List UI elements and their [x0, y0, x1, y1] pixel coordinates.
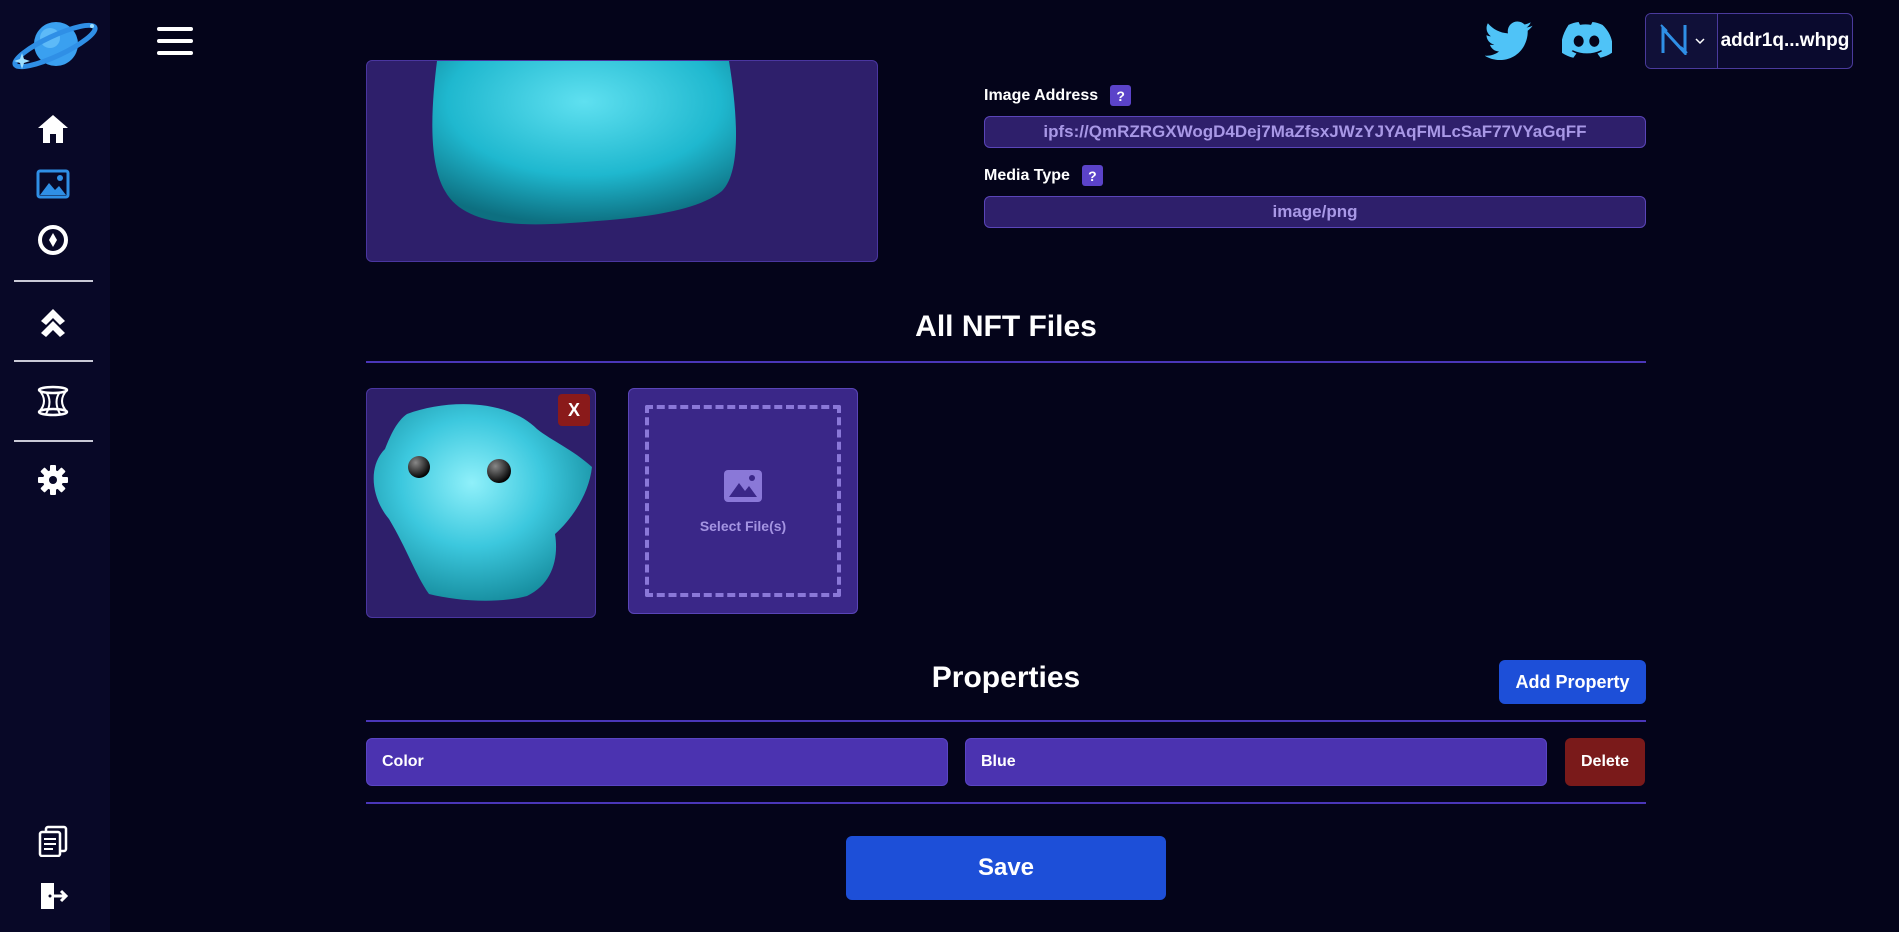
nft-image-preview	[366, 60, 878, 262]
sidebar	[0, 0, 110, 932]
chevrons-up-icon[interactable]	[32, 299, 74, 341]
media-type-label: Media Type ?	[984, 165, 1103, 186]
help-badge[interactable]: ?	[1110, 85, 1132, 106]
wallet-selector[interactable]	[1646, 14, 1718, 68]
image-icon[interactable]	[32, 163, 74, 205]
hamburger-line	[157, 27, 193, 31]
image-placeholder-icon	[723, 469, 763, 508]
dropzone-border: Select File(s)	[645, 405, 841, 597]
hamburger-line	[157, 39, 193, 43]
section-divider	[366, 802, 1646, 804]
image-address-field[interactable]: ipfs://QmRZRGXWogD4Dej7MaZfsxJWzYJYAqFML…	[984, 116, 1646, 148]
nami-wallet-icon	[1659, 23, 1689, 60]
sidebar-divider	[14, 280, 93, 282]
section-title-properties: Properties	[931, 661, 1081, 694]
media-type-field[interactable]: image/png	[984, 196, 1646, 228]
image-address-label-text: Image Address	[984, 86, 1099, 104]
save-button[interactable]: Save	[846, 836, 1166, 900]
sidebar-divider	[14, 440, 93, 442]
wallet-address: addr1q...whpg	[1720, 30, 1850, 51]
image-address-label: Image Address ?	[984, 85, 1132, 106]
select-files-dropzone[interactable]: Select File(s)	[628, 388, 858, 614]
section-divider	[366, 720, 1646, 722]
property-name-input[interactable]: Color	[366, 738, 948, 786]
hyperboloid-icon[interactable]	[32, 380, 74, 422]
help-badge[interactable]: ?	[1081, 165, 1103, 186]
twitter-icon[interactable]	[1482, 16, 1536, 66]
hamburger-line	[157, 51, 193, 55]
discord-icon[interactable]	[1560, 16, 1614, 66]
section-title-files: All NFT Files	[915, 310, 1097, 343]
documents-icon[interactable]	[32, 820, 74, 862]
delete-property-button[interactable]: Delete	[1565, 738, 1645, 786]
app-root: addr1q...whpg Image Address ? ipfs://QmR…	[0, 0, 1899, 932]
nft-file-thumbnail[interactable]: X	[366, 388, 596, 618]
home-icon[interactable]	[32, 108, 74, 150]
remove-file-button[interactable]: X	[558, 394, 590, 426]
wallet-button[interactable]: addr1q...whpg	[1645, 13, 1853, 69]
chevron-down-icon	[1694, 32, 1705, 50]
logout-icon[interactable]	[32, 875, 74, 917]
add-property-button[interactable]: Add Property	[1499, 660, 1646, 704]
hamburger-icon[interactable]	[155, 24, 195, 58]
compass-icon[interactable]	[32, 219, 74, 261]
gear-icon[interactable]	[32, 459, 74, 501]
select-files-label: Select File(s)	[699, 517, 787, 534]
sidebar-divider	[14, 360, 93, 362]
section-divider	[366, 361, 1646, 363]
media-type-label-text: Media Type	[984, 166, 1070, 184]
property-value-input[interactable]: Blue	[965, 738, 1547, 786]
planet-logo-icon[interactable]	[6, 14, 104, 74]
